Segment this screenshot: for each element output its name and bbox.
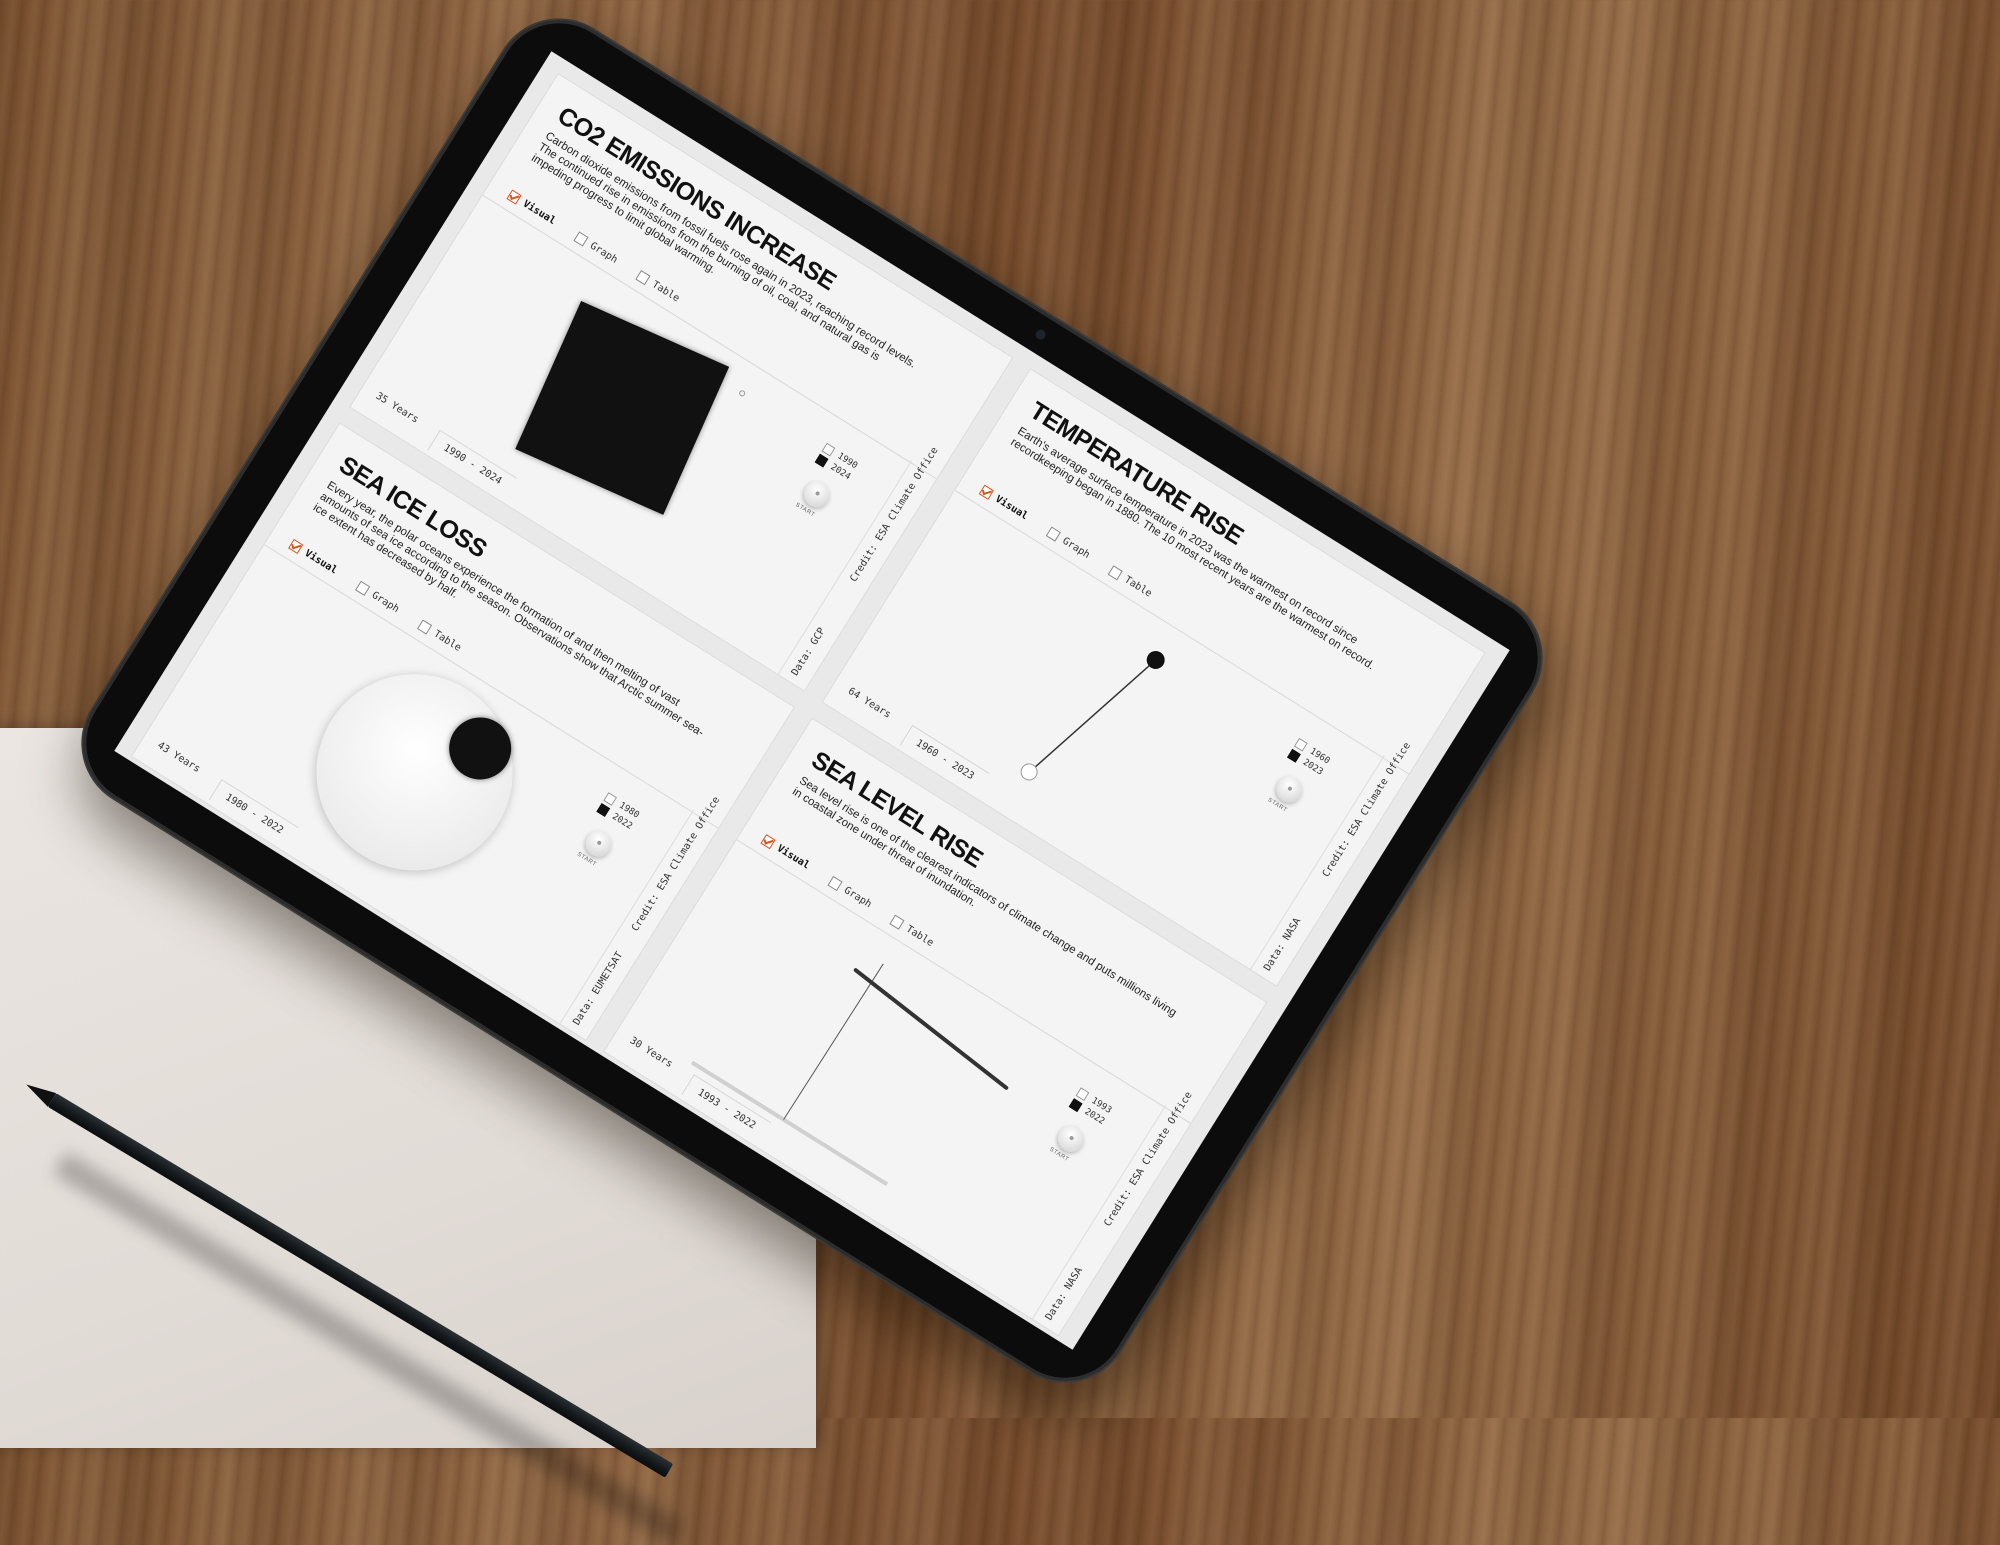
- years-count: 64 Years: [845, 685, 893, 721]
- credit-label: Credit: ESA Climate Office: [1320, 741, 1413, 880]
- legend-swatch-icon: [1068, 1098, 1083, 1113]
- co2-square-visual: [515, 301, 730, 515]
- tab-graph[interactable]: Graph: [827, 875, 873, 910]
- legend-swatch-icon: [1075, 1087, 1090, 1102]
- legend-swatch-icon: [1294, 738, 1308, 752]
- sea-ice-1980-circle: [279, 637, 550, 908]
- checkbox-icon[interactable]: [573, 231, 589, 247]
- checkbox-icon[interactable]: [827, 875, 843, 892]
- year-legend: 1980 2022: [595, 792, 641, 834]
- tab-graph[interactable]: Graph: [1045, 526, 1092, 561]
- divider: [1250, 755, 1385, 970]
- tab-visual[interactable]: Visual: [506, 189, 557, 227]
- checkbox-icon[interactable]: [1045, 526, 1062, 542]
- checkbox-icon[interactable]: [889, 914, 905, 930]
- divider: [1031, 1104, 1167, 1319]
- tab-graph[interactable]: Graph: [355, 580, 401, 615]
- camera-dot: [1033, 327, 1048, 342]
- sea-level-bar: [853, 968, 1009, 1090]
- legend-swatch-icon: [603, 792, 618, 807]
- data-source-label: Data: GCP: [789, 625, 828, 678]
- tab-graph[interactable]: Graph: [573, 231, 619, 266]
- legend-swatch-icon: [814, 453, 829, 468]
- year-range: 1980 - 2022: [208, 779, 300, 848]
- year-legend: 1990 2024: [813, 442, 859, 485]
- legend-swatch-icon: [821, 442, 836, 457]
- tab-table[interactable]: Table: [635, 270, 681, 304]
- credit-label: Credit: ESA Climate Office: [1102, 1090, 1195, 1229]
- tab-visual[interactable]: Visual: [288, 538, 339, 576]
- years-count: 43 Years: [155, 740, 202, 775]
- year-legend: 1960 2023: [1286, 738, 1331, 780]
- checkbox-checked-icon[interactable]: [978, 484, 994, 500]
- tab-visual[interactable]: Visual: [978, 484, 1030, 522]
- legend-swatch-icon: [596, 803, 611, 818]
- tab-table[interactable]: Table: [889, 914, 935, 949]
- checkbox-icon[interactable]: [355, 580, 371, 596]
- checkbox-checked-icon[interactable]: [760, 834, 776, 850]
- checkbox-checked-icon[interactable]: [506, 189, 522, 205]
- data-source-label: Data: NASA: [1262, 915, 1304, 973]
- checkbox-icon[interactable]: [417, 619, 433, 635]
- tab-table[interactable]: Table: [417, 619, 463, 654]
- checkbox-icon[interactable]: [1107, 565, 1124, 581]
- year-legend: 1993 2022: [1067, 1087, 1113, 1129]
- years-count: 35 Years: [373, 390, 421, 426]
- tab-visual[interactable]: Visual: [760, 834, 811, 872]
- sea-level-vertical-line: [783, 963, 884, 1120]
- checkbox-icon[interactable]: [635, 270, 651, 286]
- data-source-label: Data: NASA: [1043, 1265, 1086, 1323]
- tab-table[interactable]: Table: [1107, 565, 1154, 600]
- baseline-bar: [690, 1060, 889, 1186]
- temperature-start-point: [1020, 763, 1038, 781]
- temperature-line-visual: [1020, 650, 1165, 781]
- checkbox-checked-icon[interactable]: [288, 538, 304, 555]
- legend-swatch-icon: [1287, 749, 1302, 763]
- years-count: 30 Years: [627, 1035, 675, 1071]
- co2-small-square-visual: [738, 389, 747, 398]
